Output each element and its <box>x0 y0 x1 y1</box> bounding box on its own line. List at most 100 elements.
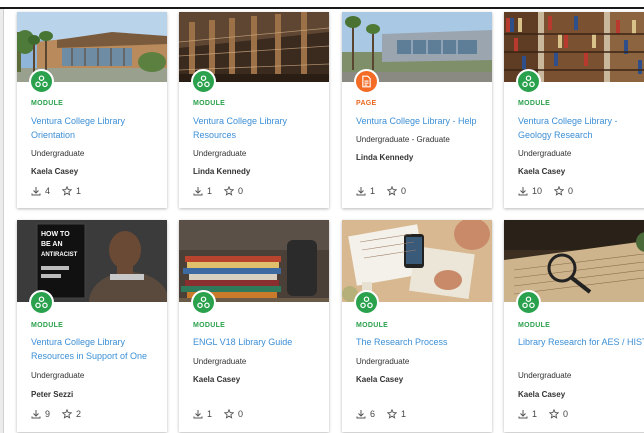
resource-title-link[interactable]: Ventura College Library - Help <box>356 114 488 128</box>
card-stats: 6 1 <box>356 409 418 419</box>
download-count: 1 <box>518 409 537 419</box>
book-cover-text: ANTIRACIST <box>41 252 78 258</box>
resource-type-label: MODULE <box>31 100 64 107</box>
module-icon <box>191 69 216 94</box>
card-stats: 1 0 <box>193 409 255 419</box>
download-count-value: 1 <box>532 409 538 419</box>
favorite-count: 0 <box>554 186 573 196</box>
resource-type-label: MODULE <box>193 100 226 107</box>
education-level: Undergraduate <box>193 149 247 158</box>
download-count-value: 4 <box>45 186 51 196</box>
card-stats: 1 0 <box>193 186 255 196</box>
resource-title-link[interactable]: Ventura College Library Resources <box>193 114 325 142</box>
card-stats: 1 0 <box>518 409 580 419</box>
card-stats: 10 0 <box>518 186 585 196</box>
favorite-count: 0 <box>224 409 243 419</box>
download-count: 4 <box>31 186 50 196</box>
download-count-value: 1 <box>207 409 213 419</box>
favorite-count-value: 0 <box>401 186 407 196</box>
window-left-frame <box>0 9 4 433</box>
favorite-count: 0 <box>549 409 568 419</box>
favorite-count-value: 0 <box>563 409 569 419</box>
card-stats: 9 2 <box>31 409 93 419</box>
module-icon <box>191 290 216 315</box>
module-icon <box>29 290 54 315</box>
download-icon <box>518 410 528 419</box>
education-level: Undergraduate <box>31 149 85 158</box>
author-name: Peter Sezzi <box>31 390 74 399</box>
page-icon <box>354 69 379 94</box>
resource-card[interactable]: MODULE Ventura College Library - Geology… <box>504 12 644 208</box>
resource-card[interactable]: HOW TO BE AN ANTIRACIST MODULE Ventura C… <box>17 220 167 432</box>
favorite-count: 0 <box>387 186 406 196</box>
resource-card[interactable]: MODULE ENGL V18 Library Guide Undergradu… <box>179 220 329 432</box>
star-icon <box>387 409 398 419</box>
resource-title-link[interactable]: Ventura College Library Resources in Sup… <box>31 335 163 363</box>
star-icon <box>224 409 235 419</box>
favorite-count: 0 <box>224 186 243 196</box>
author-name: Kaela Casey <box>31 167 79 176</box>
education-level: Undergraduate <box>518 371 572 380</box>
module-icon <box>354 290 379 315</box>
download-count: 9 <box>31 409 50 419</box>
resource-title-link[interactable]: ENGL V18 Library Guide <box>193 335 325 349</box>
education-level: Undergraduate - Graduate <box>356 135 450 144</box>
star-icon <box>387 186 398 196</box>
author-name: Linda Kennedy <box>193 167 251 176</box>
resource-type-label: MODULE <box>193 322 226 329</box>
education-level: Undergraduate <box>193 357 247 366</box>
download-icon <box>193 410 203 419</box>
module-icon <box>516 69 541 94</box>
favorite-count-value: 0 <box>568 186 574 196</box>
resource-card[interactable]: MODULE Ventura College Library Orientati… <box>17 12 167 208</box>
resource-type-label: MODULE <box>31 322 64 329</box>
star-icon <box>549 409 560 419</box>
book-cover-text: HOW TO <box>41 231 70 238</box>
card-stats: 4 1 <box>31 186 93 196</box>
resource-card[interactable]: MODULE Ventura College Library Resources… <box>179 12 329 208</box>
download-count: 1 <box>193 186 212 196</box>
download-count-value: 1 <box>207 186 213 196</box>
education-level: Undergraduate <box>356 357 410 366</box>
resource-title-link[interactable]: The Research Process <box>356 335 488 349</box>
favorite-count: 2 <box>62 409 81 419</box>
resource-card[interactable]: MODULE The Research Process Undergraduat… <box>342 220 492 432</box>
module-icon <box>29 69 54 94</box>
download-count: 1 <box>356 186 375 196</box>
download-count-value: 9 <box>45 409 51 419</box>
resource-title-link[interactable]: Ventura College Library - Geology Resear… <box>518 114 644 142</box>
author-name: Kaela Casey <box>193 375 241 384</box>
star-icon <box>224 186 235 196</box>
favorite-count-value: 0 <box>238 186 244 196</box>
download-icon <box>356 410 366 419</box>
resource-card[interactable]: PAGE Ventura College Library - Help Unde… <box>342 12 492 208</box>
resource-title-link[interactable]: Library Research for AES / HIST <box>518 335 644 349</box>
resource-card[interactable]: MODULE Library Research for AES / HIST U… <box>504 220 644 432</box>
download-icon <box>518 187 528 196</box>
card-stats: 1 0 <box>356 186 418 196</box>
window-top-frame <box>0 0 644 9</box>
education-level: Undergraduate <box>518 149 572 158</box>
star-icon <box>554 186 565 196</box>
author-name: Kaela Casey <box>518 167 566 176</box>
favorite-count-value: 1 <box>401 409 407 419</box>
download-icon <box>356 187 366 196</box>
education-level: Undergraduate <box>31 371 85 380</box>
resource-title-link[interactable]: Ventura College Library Orientation <box>31 114 163 142</box>
author-name: Kaela Casey <box>356 375 404 384</box>
download-icon <box>31 410 41 419</box>
favorite-count-value: 1 <box>76 186 82 196</box>
resource-type-label: MODULE <box>518 322 551 329</box>
favorite-count: 1 <box>387 409 406 419</box>
resource-type-label: MODULE <box>356 322 389 329</box>
download-count-value: 6 <box>370 409 376 419</box>
resource-type-label: PAGE <box>356 100 377 107</box>
download-icon <box>193 187 203 196</box>
book-cover-text: BE AN <box>41 241 63 248</box>
module-icon <box>516 290 541 315</box>
download-count-value: 10 <box>532 186 543 196</box>
download-icon <box>31 187 41 196</box>
download-count: 10 <box>518 186 542 196</box>
author-name: Kaela Casey <box>518 390 566 399</box>
favorite-count-value: 2 <box>76 409 82 419</box>
